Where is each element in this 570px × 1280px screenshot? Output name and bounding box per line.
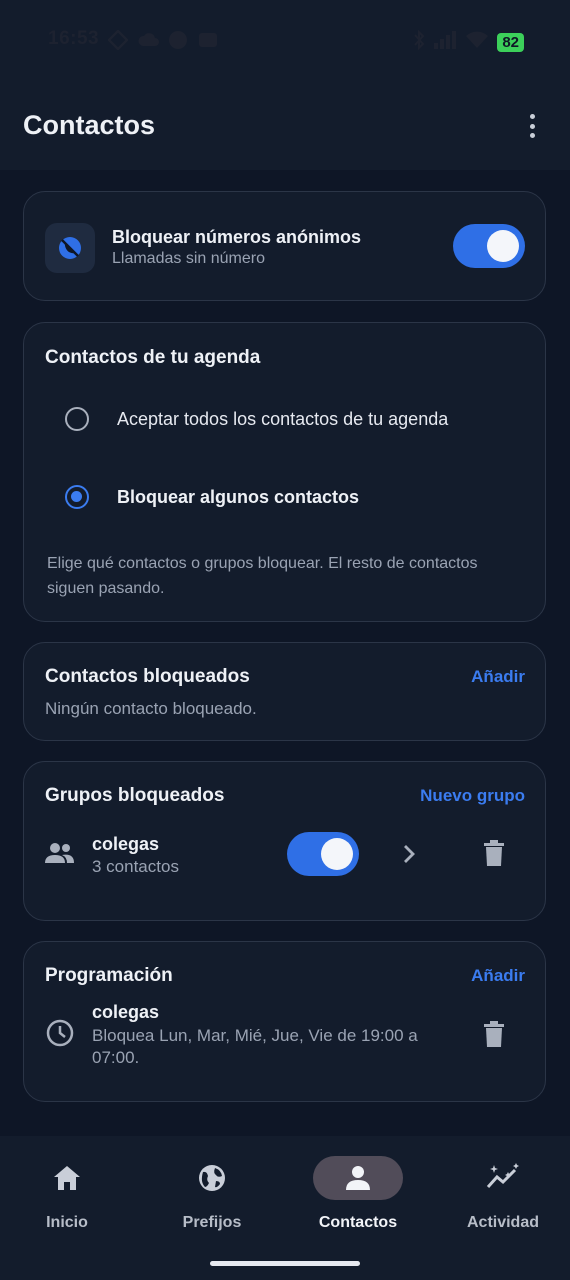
nav-inicio[interactable]: Inicio	[7, 1156, 127, 1232]
home-indicator[interactable]	[210, 1261, 360, 1266]
anonymous-title: Bloquear números anónimos	[112, 227, 362, 247]
blocked-contacts-empty: Ningún contacto bloqueado.	[45, 699, 257, 718]
status-bar: 16:53 82	[0, 0, 570, 82]
activity-icon	[458, 1156, 548, 1200]
bluetooth-icon	[413, 29, 425, 55]
schedule-card: Programación Añadir colegas Bloquea Lun,…	[23, 941, 546, 1102]
group-row[interactable]: colegas 3 contactos	[24, 828, 544, 888]
radio-button[interactable]	[65, 407, 89, 431]
radio-button-selected[interactable]	[65, 485, 89, 509]
person-icon	[313, 1156, 403, 1200]
radio-accept-all[interactable]: Aceptar todos los contactos de tu agenda	[24, 393, 544, 447]
signal-icon	[433, 31, 457, 54]
blocked-groups-card: Grupos bloqueados Nuevo grupo colegas 3 …	[23, 761, 546, 921]
block-anonymous-icon	[45, 223, 95, 273]
shazam-icon	[168, 30, 188, 50]
group-name: colegas	[92, 834, 160, 854]
nav-prefijos[interactable]: Prefijos	[152, 1156, 272, 1232]
home-icon	[22, 1156, 112, 1200]
schedule-name: colegas	[92, 1002, 160, 1022]
battery-indicator: 82	[497, 33, 524, 52]
anonymous-subtitle: Llamadas sin número	[112, 250, 265, 267]
nav-label: Prefijos	[182, 1214, 242, 1231]
schedule-title: Programación	[45, 965, 173, 986]
wifi-icon	[465, 31, 489, 54]
page-title: Contactos	[23, 110, 156, 140]
delete-icon[interactable]	[483, 840, 505, 871]
nav-label: Actividad	[466, 1214, 539, 1231]
clock-icon	[46, 1019, 74, 1052]
schedule-row[interactable]: colegas Bloquea Lun, Mar, Mié, Jue, Vie …	[24, 1000, 544, 1070]
notification-icons	[107, 29, 218, 51]
group-icon	[45, 842, 75, 869]
nav-label: Contactos	[318, 1214, 398, 1231]
group-toggle[interactable]	[287, 832, 359, 876]
nav-contactos[interactable]: Contactos	[298, 1156, 418, 1232]
navigation-icon	[107, 29, 129, 51]
group-count: 3 contactos	[92, 857, 179, 876]
agenda-card: Contactos de tu agenda Aceptar todos los…	[23, 322, 546, 622]
globe-icon	[167, 1156, 257, 1200]
cloud-icon	[138, 30, 159, 50]
anonymous-card: Bloquear números anónimos Llamadas sin n…	[23, 191, 546, 301]
nav-actividad[interactable]: Actividad	[443, 1156, 563, 1232]
status-time: 16:53	[48, 28, 100, 49]
agenda-title: Contactos de tu agenda	[45, 347, 261, 368]
radio-label: Bloquear algunos contactos	[117, 487, 360, 507]
new-group-button[interactable]: Nuevo grupo	[420, 786, 525, 806]
add-contact-button[interactable]: Añadir	[471, 667, 525, 687]
bottom-navigation: Inicio Prefijos Contactos Actividad	[0, 1136, 570, 1280]
delete-icon[interactable]	[483, 1021, 505, 1052]
anonymous-toggle[interactable]	[453, 224, 525, 268]
agenda-description: Elige qué contactos o grupos bloquear. E…	[47, 555, 478, 597]
add-schedule-button[interactable]: Añadir	[471, 966, 525, 986]
system-icons: 82	[413, 29, 524, 55]
nav-label: Inicio	[46, 1214, 88, 1231]
blocked-groups-title: Grupos bloqueados	[45, 785, 225, 806]
blocked-contacts-card: Contactos bloqueados Añadir Ningún conta…	[23, 642, 546, 741]
radio-block-some[interactable]: Bloquear algunos contactos	[24, 471, 544, 525]
blocked-contacts-title: Contactos bloqueados	[45, 666, 250, 687]
chevron-right-icon[interactable]	[401, 843, 417, 870]
schedule-description: Bloquea Lun, Mar, Mié, Jue, Vie de 19:00…	[92, 1026, 418, 1067]
more-options-icon[interactable]	[520, 112, 544, 140]
radio-label: Aceptar todos los contactos de tu agenda	[117, 409, 449, 429]
app-bar: Contactos	[0, 82, 570, 170]
wallet-icon	[198, 30, 218, 50]
